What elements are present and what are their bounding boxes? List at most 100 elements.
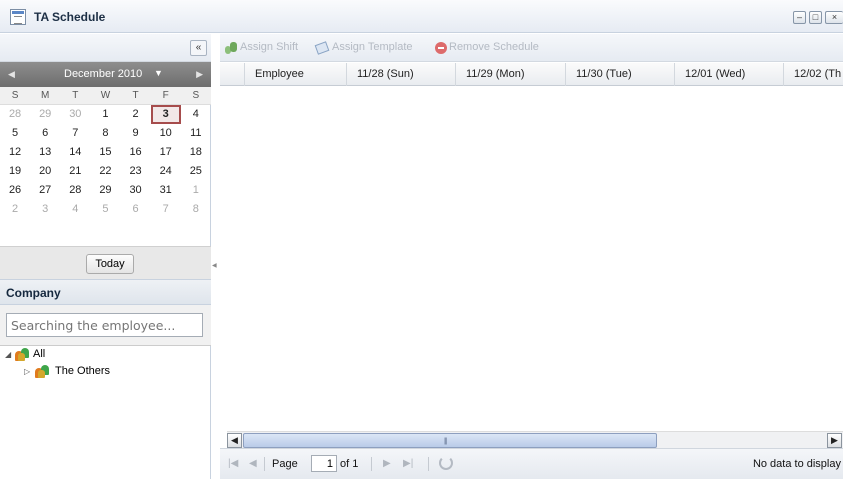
refresh-icon[interactable] bbox=[439, 456, 453, 470]
next-page-icon[interactable]: ▶ bbox=[383, 458, 391, 469]
calendar-day[interactable]: 1 bbox=[181, 181, 211, 200]
collapse-panel-button[interactable]: « bbox=[190, 40, 207, 56]
calendar-day[interactable]: 13 bbox=[30, 143, 60, 162]
prev-page-icon[interactable]: ◀ bbox=[249, 458, 257, 469]
scrollbar-thumb[interactable]: ||| bbox=[243, 433, 657, 448]
window-titlebar: TA Schedule – □ × bbox=[0, 0, 843, 33]
next-month-icon[interactable]: ▶ bbox=[196, 69, 203, 80]
calendar-day[interactable]: 16 bbox=[121, 143, 151, 162]
calendar-day[interactable]: 17 bbox=[151, 143, 181, 162]
calendar-day[interactable]: 7 bbox=[151, 200, 181, 219]
column-header[interactable]: 11/28 (Sun) bbox=[346, 63, 455, 86]
pager-separator bbox=[428, 457, 429, 471]
today-button[interactable]: Today bbox=[86, 254, 134, 274]
calendar-day[interactable]: 6 bbox=[30, 124, 60, 143]
tree-node-the-others[interactable]: ▷ The Others bbox=[0, 363, 211, 380]
calendar-day[interactable]: 2 bbox=[121, 105, 151, 124]
tree-node-all[interactable]: ◢ All bbox=[0, 346, 211, 363]
calendar-day[interactable]: 12 bbox=[0, 143, 30, 162]
weekday-label: S bbox=[11, 90, 19, 101]
page-label: Page bbox=[272, 458, 298, 470]
left-panel: « ◀ December 2010 ▼ ▶ SMTWTFS 28 29 30 1 2 3 4… bbox=[0, 34, 211, 479]
company-panel-header: Company bbox=[0, 279, 211, 305]
calendar-day[interactable]: 3 bbox=[150, 105, 181, 124]
collapse-node-icon[interactable]: ◢ bbox=[5, 346, 11, 363]
calendar-day[interactable]: 3 bbox=[30, 200, 60, 219]
tree-node-label[interactable]: All bbox=[33, 346, 45, 363]
paging-status: No data to display bbox=[752, 458, 841, 470]
calendar-day[interactable]: 7 bbox=[60, 124, 90, 143]
page-count-label: of 1 bbox=[340, 458, 359, 470]
calendar-day[interactable]: 8 bbox=[90, 124, 120, 143]
calendar-day[interactable]: 30 bbox=[121, 181, 151, 200]
scrollbar-grip-icon: ||| bbox=[444, 438, 448, 445]
calendar-day[interactable]: 8 bbox=[181, 200, 211, 219]
calendar-day[interactable]: 23 bbox=[121, 162, 151, 181]
schedule-app-icon bbox=[10, 9, 26, 25]
calendar-day[interactable]: 27 bbox=[30, 181, 60, 200]
calendar-day[interactable]: 4 bbox=[181, 105, 211, 124]
left-panel-header: « bbox=[0, 34, 211, 62]
calendar-day[interactable]: 5 bbox=[90, 200, 120, 219]
tree-node-label[interactable]: The Others bbox=[55, 363, 110, 380]
assign-shift-button[interactable]: Assign Shift bbox=[240, 41, 298, 53]
calendar-weekday-row: SMTWTFS bbox=[0, 87, 211, 105]
horizontal-scrollbar[interactable]: ◀ ||| ▶ bbox=[227, 431, 843, 448]
calendar-day[interactable]: 20 bbox=[30, 162, 60, 181]
maximize-button[interactable]: □ bbox=[809, 11, 822, 24]
calendar-day[interactable]: 31 bbox=[151, 181, 181, 200]
calendar-day[interactable]: 1 bbox=[90, 105, 120, 124]
calendar-day[interactable]: 6 bbox=[121, 200, 151, 219]
calendar-day[interactable]: 28 bbox=[60, 181, 90, 200]
column-header[interactable]: 11/29 (Mon) bbox=[455, 63, 565, 86]
minimize-button[interactable]: – bbox=[793, 11, 806, 24]
calendar-day[interactable]: 29 bbox=[30, 105, 60, 124]
group-icon bbox=[35, 365, 50, 378]
expand-node-icon[interactable]: ▷ bbox=[24, 363, 30, 380]
assign-template-button[interactable]: Assign Template bbox=[332, 41, 413, 53]
column-header[interactable]: 11/30 (Tue) bbox=[565, 63, 674, 86]
calendar-day[interactable]: 30 bbox=[60, 105, 90, 124]
pager-separator bbox=[264, 457, 265, 471]
schedule-main: Assign Shift Assign Template Remove Sche… bbox=[220, 34, 843, 479]
calendar-day[interactable]: 2 bbox=[0, 200, 30, 219]
first-page-icon[interactable]: |◀ bbox=[228, 458, 238, 469]
calendar-day[interactable]: 24 bbox=[151, 162, 181, 181]
calendar-day[interactable]: 5 bbox=[0, 124, 30, 143]
calendar-month-label[interactable]: December 2010 bbox=[64, 68, 142, 80]
remove-schedule-icon bbox=[435, 42, 447, 54]
prev-month-icon[interactable]: ◀ bbox=[8, 69, 15, 80]
calendar-week-row: 12 13 14 15 16 17 18 bbox=[0, 143, 211, 162]
calendar-day[interactable]: 15 bbox=[90, 143, 120, 162]
calendar-day[interactable]: 22 bbox=[90, 162, 120, 181]
column-header[interactable]: 12/01 (Wed) bbox=[674, 63, 783, 86]
calendar-grid: SMTWTFS 28 29 30 1 2 3 4 5 6 7 8 9 10 11 12 13 14 15 16 17 1… bbox=[0, 87, 211, 219]
calendar-day[interactable]: 19 bbox=[0, 162, 30, 181]
weekday-label: S bbox=[192, 90, 200, 101]
weekday-label: W bbox=[100, 90, 111, 101]
calendar-day[interactable]: 18 bbox=[181, 143, 211, 162]
splitter-handle-icon[interactable]: ◀ bbox=[212, 262, 217, 269]
calendar-day[interactable]: 25 bbox=[181, 162, 211, 181]
weekday-label: T bbox=[72, 90, 79, 101]
page-number-input[interactable] bbox=[311, 455, 337, 472]
calendar-day[interactable]: 21 bbox=[60, 162, 90, 181]
calendar-day[interactable]: 11 bbox=[181, 124, 211, 143]
scroll-right-icon[interactable]: ▶ bbox=[827, 433, 842, 448]
last-page-icon[interactable]: ▶| bbox=[403, 458, 413, 469]
calendar-day[interactable]: 28 bbox=[0, 105, 30, 124]
column-header[interactable]: Employee bbox=[244, 63, 346, 86]
employee-search-input[interactable] bbox=[6, 313, 203, 337]
calendar-day[interactable]: 9 bbox=[121, 124, 151, 143]
calendar-day[interactable]: 10 bbox=[151, 124, 181, 143]
calendar-day[interactable]: 14 bbox=[60, 143, 90, 162]
scroll-left-icon[interactable]: ◀ bbox=[227, 433, 242, 448]
calendar-day[interactable]: 26 bbox=[0, 181, 30, 200]
close-button[interactable]: × bbox=[825, 11, 843, 24]
calendar-day[interactable]: 4 bbox=[60, 200, 90, 219]
month-dropdown-icon[interactable]: ▼ bbox=[154, 68, 163, 78]
remove-schedule-button[interactable]: Remove Schedule bbox=[449, 41, 539, 53]
calendar-day[interactable]: 29 bbox=[90, 181, 120, 200]
column-header[interactable]: 12/02 (Th bbox=[783, 63, 843, 86]
grid-body bbox=[220, 87, 843, 431]
